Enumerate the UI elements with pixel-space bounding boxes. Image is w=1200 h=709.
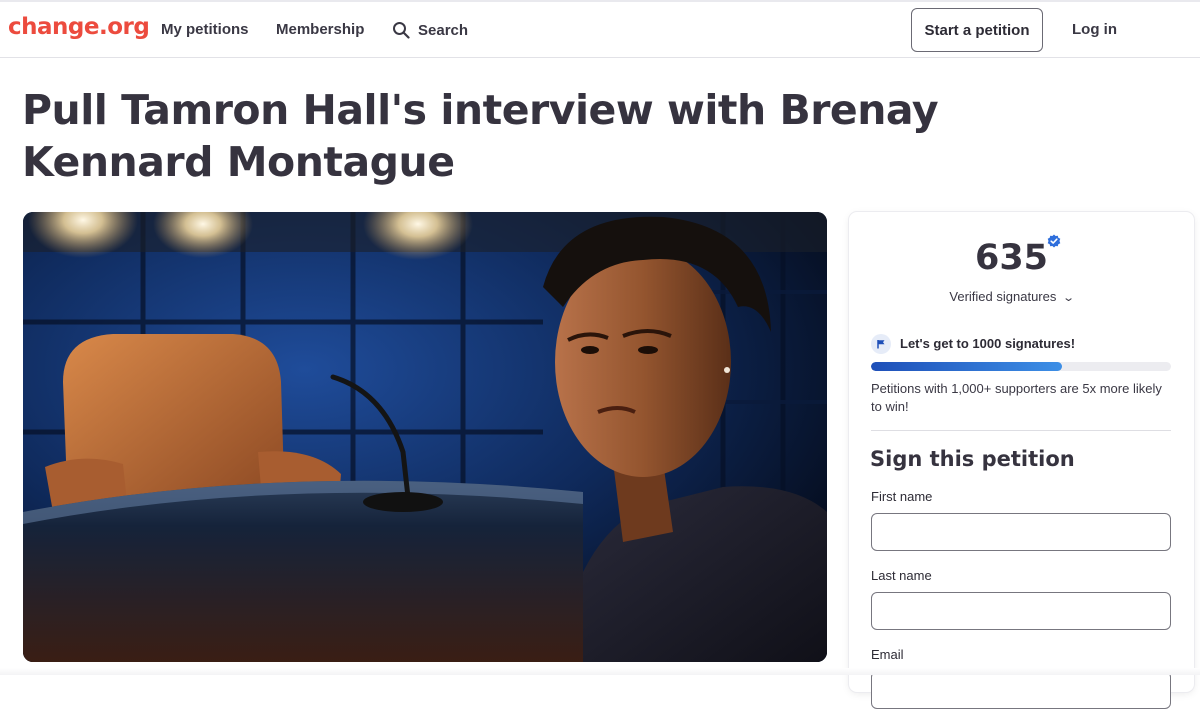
last-name-label: Last name	[871, 568, 932, 583]
flag-icon	[871, 334, 891, 354]
search-icon	[393, 22, 410, 39]
verified-signatures-label: Verified signatures	[949, 289, 1057, 304]
verified-check-icon	[1047, 234, 1061, 248]
sign-petition-heading: Sign this petition	[870, 447, 1075, 471]
page-bottom-edge	[0, 668, 1200, 675]
petition-title: Pull Tamron Hall's interview with Brenay…	[22, 86, 939, 186]
verified-signatures-toggle[interactable]: Verified signatures ⌄	[849, 289, 1174, 304]
email-label: Email	[871, 647, 904, 662]
signature-panel: 635 Verified signatures ⌄ Let's get to 10…	[849, 212, 1194, 709]
nav-my-petitions[interactable]: My petitions	[161, 21, 249, 38]
start-petition-button[interactable]: Start a petition	[911, 8, 1043, 52]
signature-goal: Let's get to 1000 signatures!	[900, 336, 1076, 351]
chevron-down-icon: ⌄	[1062, 292, 1076, 304]
divider	[871, 430, 1171, 431]
change-org-logo[interactable]: change.org	[8, 14, 150, 40]
nav-search-label: Search	[418, 21, 469, 39]
first-name-label: First name	[871, 489, 933, 504]
last-name-field[interactable]	[871, 592, 1171, 630]
signature-progress-bar	[871, 362, 1171, 371]
signature-progress-fill	[871, 362, 1062, 371]
nav-search[interactable]: Search	[392, 21, 468, 39]
first-name-field[interactable]	[871, 513, 1171, 551]
log-in-link[interactable]: Log in	[1072, 21, 1117, 38]
nav-membership[interactable]: Membership	[276, 21, 364, 38]
goal-note: Petitions with 1,000+ supporters are 5x …	[871, 381, 1162, 414]
petition-hero-image	[23, 212, 827, 662]
site-header: change.org My petitions Membership Searc…	[0, 2, 1200, 58]
signature-count: 635	[974, 238, 1049, 278]
email-field[interactable]	[871, 671, 1171, 709]
